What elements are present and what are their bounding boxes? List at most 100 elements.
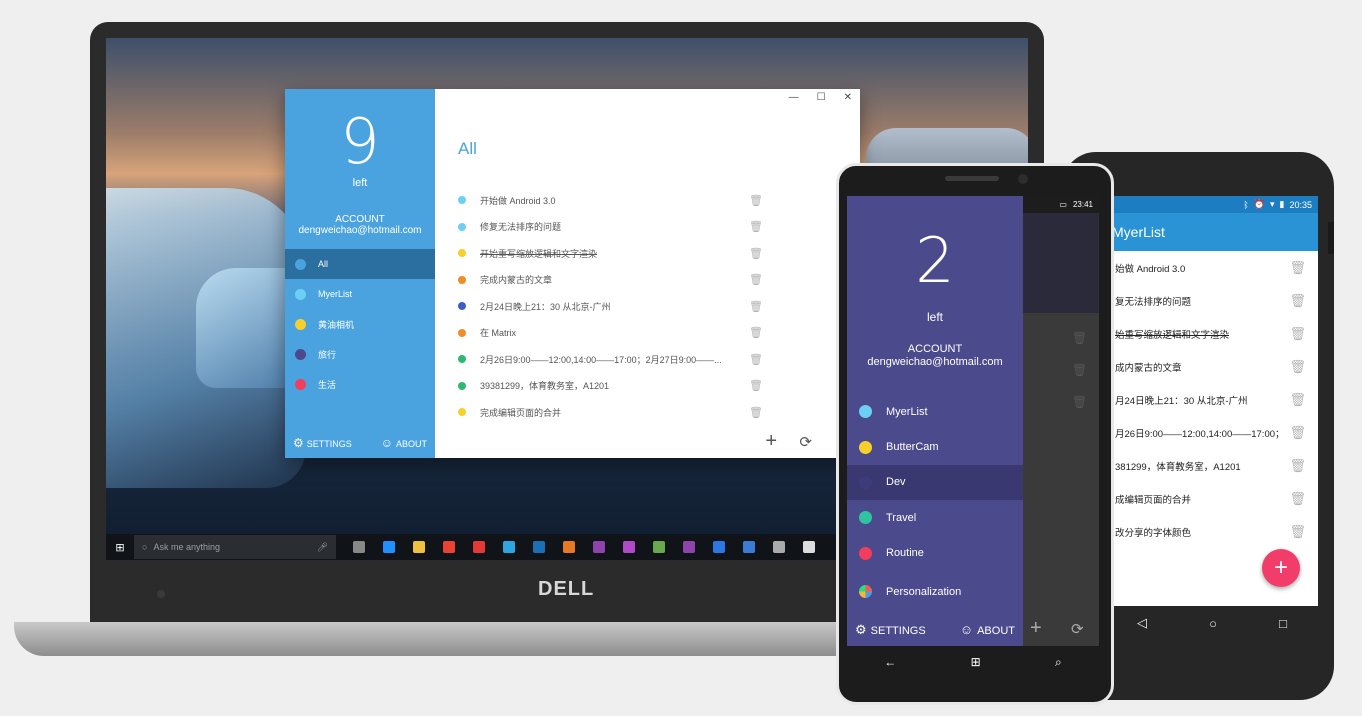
trash-icon[interactable]: 🗑︎ [1072,331,1087,345]
recents-icon[interactable]: □ [1279,616,1287,631]
trash-icon[interactable]: 🗑︎ [1289,524,1306,540]
personalization-item[interactable]: Personalization [859,585,961,598]
about-button[interactable]: ☺ ABOUT [381,436,427,450]
todo-row[interactable]: 381299，体育教务室，A1201 🗑︎ [1106,450,1318,483]
trash-icon[interactable]: 🗑︎ [749,326,763,339]
trash-icon[interactable]: 🗑︎ [749,247,763,260]
home-icon[interactable]: ○ [1209,616,1217,631]
todo-row[interactable]: 在 Matrix 🗑︎ [458,320,763,347]
microphone-icon[interactable]: 🎤︎ [317,542,328,553]
category-item[interactable]: Routine [847,536,1023,571]
taskbar-app-icon[interactable] [344,534,374,560]
todo-row[interactable]: 改分享的字体颜色 🗑︎ [1106,516,1318,549]
add-todo-fab[interactable]: + [1262,549,1300,587]
todo-row[interactable]: 39381299，体育教务室，A1201 🗑︎ [458,373,763,400]
taskbar-app-icon[interactable] [524,534,554,560]
add-icon[interactable]: + [1030,617,1042,640]
trash-icon[interactable]: 🗑︎ [749,406,763,419]
desktop-todo-list: 开始做 Android 3.0 🗑︎ 修复无法排序的问题 🗑︎ 开始重写缩放逻辑和文字渲… [458,187,763,426]
taskbar-app-icon[interactable] [584,534,614,560]
todo-color-dot [458,302,466,311]
sync-button[interactable]: ⟳ [799,433,812,451]
taskbar-app-icon[interactable] [494,534,524,560]
category-item[interactable]: ButterCam [847,429,1023,464]
trash-icon[interactable]: 🗑︎ [749,220,763,233]
category-item[interactable]: Travel [847,500,1023,535]
category-item[interactable]: 黄油相机 [285,309,435,339]
todo-row[interactable]: 完成编辑页面的合并 🗑︎ [458,399,763,426]
trash-icon[interactable]: 🗑︎ [1289,392,1306,408]
todo-row[interactable]: 完成内蒙古的文章 🗑︎ [458,267,763,294]
todo-row[interactable]: 修复无法排序的问题 🗑︎ [458,214,763,241]
todo-row[interactable]: 开始重写缩放逻辑和文字渲染 🗑︎ [458,240,763,267]
windows-logo-icon[interactable]: ⊞ [971,655,981,669]
close-button[interactable]: ✕ [844,92,852,103]
minimize-button[interactable]: — [789,92,799,103]
account-block[interactable]: ACCOUNT dengweichao@hotmail.com [847,343,1023,369]
trash-icon[interactable]: 🗑︎ [749,300,763,313]
todo-row[interactable]: 始重写缩放逻辑和文字渲染 🗑︎ [1106,317,1318,350]
about-button[interactable]: ☺ ABOUT [960,622,1015,638]
todo-color-dot [458,355,466,364]
add-todo-button[interactable]: + [765,430,777,453]
taskbar-app-icon[interactable] [674,534,704,560]
todo-row[interactable]: 始做 Android 3.0 🗑︎ [1106,251,1318,284]
settings-button[interactable]: ⚙ SETTINGS [293,436,352,450]
trash-icon[interactable]: 🗑︎ [749,379,763,392]
category-label: MyerList [886,405,928,418]
back-icon[interactable]: ◁ [1137,615,1147,631]
back-arrow-icon[interactable]: ← [884,655,896,669]
account-block[interactable]: ACCOUNT dengweichao@hotmail.com [285,214,435,236]
trash-icon[interactable]: 🗑︎ [1289,293,1306,309]
android-screen: ᛒ ⏰ ▾ ▮ 20:35 MyerList 始做 Android 3.0 🗑︎ 复… [1106,196,1318,606]
todo-text: 始做 Android 3.0 [1115,263,1186,275]
taskbar-app-icon[interactable] [434,534,464,560]
trash-icon[interactable]: 🗑︎ [1289,260,1306,276]
category-item[interactable]: Dev [847,464,1023,501]
category-label: Routine [886,547,924,560]
category-item[interactable]: MyerList [285,279,435,309]
trash-icon[interactable]: 🗑︎ [749,194,763,207]
trash-icon[interactable]: 🗑︎ [1289,491,1306,507]
trash-icon[interactable]: 🗑︎ [1289,326,1306,342]
maximize-button[interactable]: ☐ [817,92,826,103]
todo-color-dot [458,275,466,284]
todo-row[interactable]: 成编辑页面的合并 🗑︎ [1106,483,1318,516]
taskbar-app-icon[interactable] [614,534,644,560]
taskbar-app-icon[interactable] [644,534,674,560]
taskbar-app-icon[interactable] [404,534,434,560]
taskbar-app-icon[interactable] [794,534,824,560]
trash-icon[interactable]: 🗑︎ [1289,458,1306,474]
todo-row[interactable]: 2月26日9:00——12:00,14:00——17:00；2月27日9:00—… [458,346,763,373]
taskbar-app-icon[interactable] [764,534,794,560]
category-label: Dev [886,476,906,489]
taskbar-app-icon[interactable] [374,534,404,560]
window-controls: — ☐ ✕ [789,92,852,103]
cortana-search-box[interactable]: ○ Ask me anything 🎤︎ [134,535,336,559]
sync-icon[interactable]: ⟳ [1071,620,1084,638]
search-icon[interactable]: ⌕ [1055,655,1062,670]
category-item[interactable]: MyerList [847,394,1023,429]
todo-row[interactable]: 复无法排序的问题 🗑︎ [1106,284,1318,317]
taskbar-app-icon[interactable] [554,534,584,560]
start-button[interactable]: ⊞ [106,534,134,560]
category-item[interactable]: All [285,249,435,279]
taskbar-app-icon[interactable] [464,534,494,560]
account-email: dengweichao@hotmail.com [867,356,1003,368]
trash-icon[interactable]: 🗑︎ [749,273,763,286]
todo-row[interactable]: 月26日9:00——12:00,14:00——17:00；... 🗑︎ [1106,416,1318,449]
trash-icon[interactable]: 🗑︎ [1289,359,1306,375]
trash-icon[interactable]: 🗑︎ [1072,395,1087,409]
trash-icon[interactable]: 🗑︎ [1072,363,1087,377]
settings-button[interactable]: ⚙ SETTINGS [855,622,926,638]
todo-row[interactable]: 成内蒙古的文章 🗑︎ [1106,350,1318,383]
todo-row[interactable]: 2月24日晚上21：30 从北京-广州 🗑︎ [458,293,763,320]
category-item[interactable]: 旅行 [285,339,435,369]
taskbar-app-icon[interactable] [704,534,734,560]
todo-row[interactable]: 月24日晚上21：30 从北京-广州 🗑︎ [1106,383,1318,416]
todo-row[interactable]: 开始做 Android 3.0 🗑︎ [458,187,763,214]
trash-icon[interactable]: 🗑︎ [749,353,763,366]
category-item[interactable]: 生活 [285,369,435,399]
trash-icon[interactable]: 🗑︎ [1289,425,1306,441]
taskbar-app-icon[interactable] [734,534,764,560]
